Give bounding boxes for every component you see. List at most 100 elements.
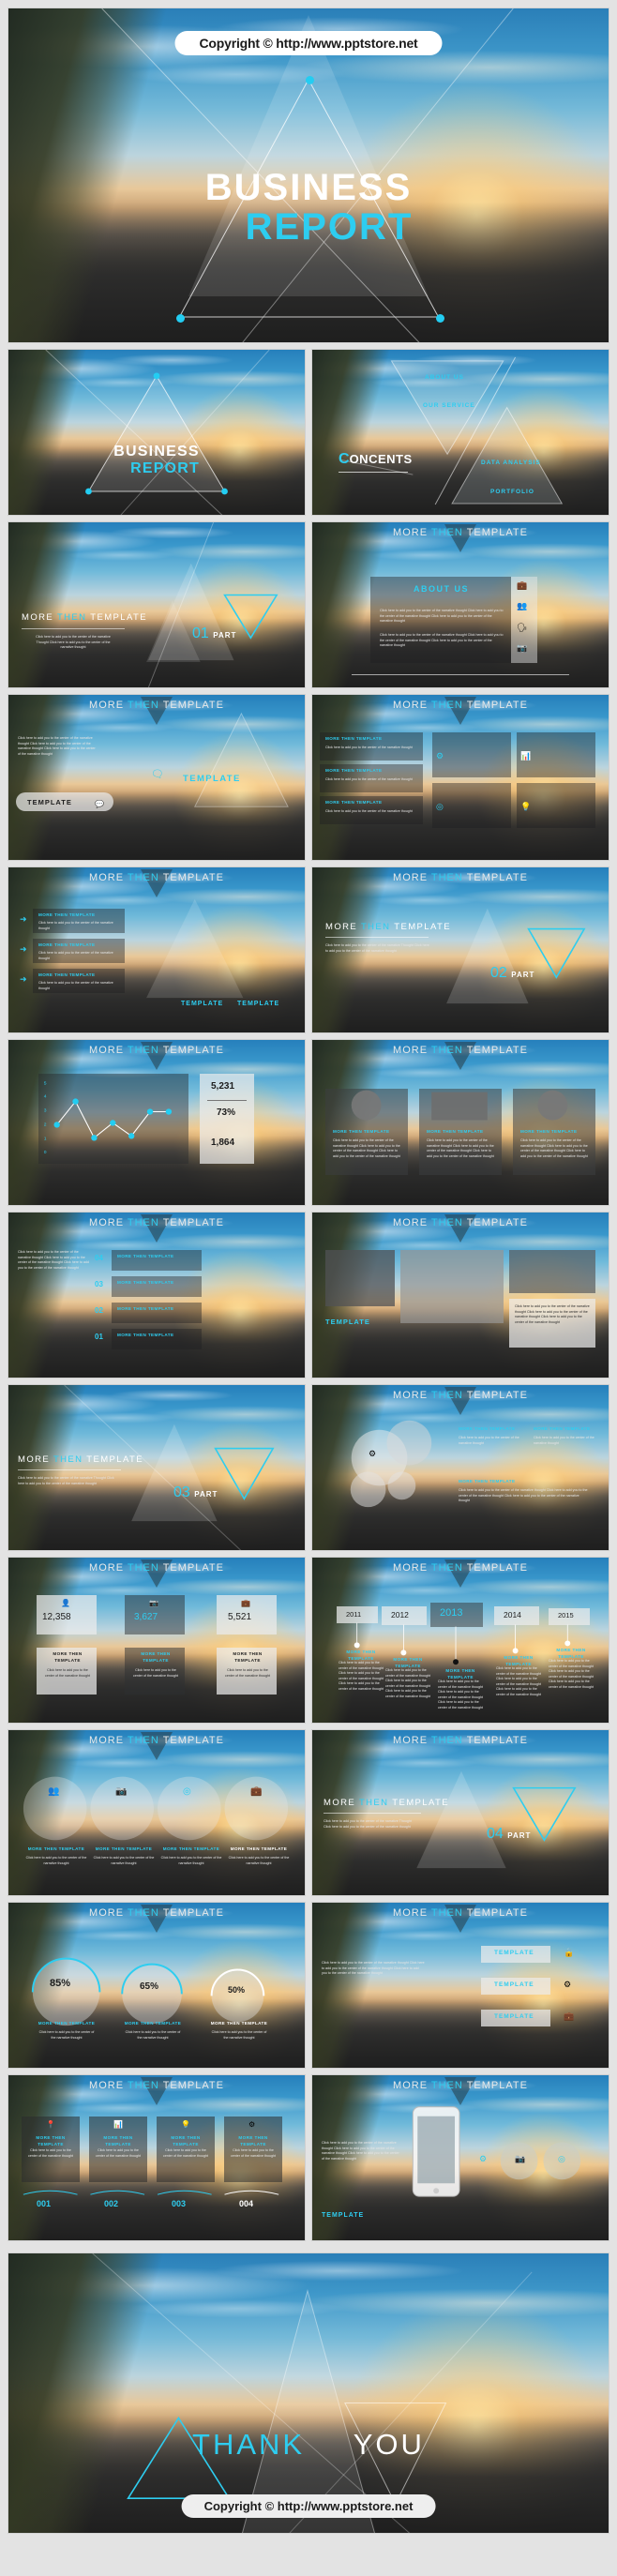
thank-you-slide[interactable]: THANK YOU Copyright © http://www.pptstor… [8,2252,609,2534]
people-icon: 👥 [48,1786,60,1797]
kpi-text: Click here to add you to the center of t… [45,1668,90,1678]
part-label: PART [507,1831,532,1840]
slide-circle-venn[interactable]: MORE THEN TEMPLATE ⚙ MORE THEN TEMPLATE … [311,1384,609,1551]
slide-template-speech[interactable]: MORE THEN TEMPLATE Click here to add you… [8,694,306,861]
slide-section-divider-02[interactable]: MORE THEN TEMPLATE MORE THEN TEMPLATE Cl… [311,866,609,1033]
timeline-text: Click here to add you to the center of t… [496,1666,541,1696]
slide-photo-gallery[interactable]: MORE THEN TEMPLATE Click here to add you… [311,1212,609,1378]
slide-numbered-cards[interactable]: MORE THEN TEMPLATE 📍 📊 💡 ⚙ MORE THEN TEM… [8,2074,306,2241]
target-icon: ◎ [183,1786,191,1797]
slide-header: MORE THEN TEMPLATE [393,2080,528,2091]
kpi-value-1: 12,358 [42,1612,71,1622]
contents-item-2[interactable]: DATA ANALYSIS [481,459,541,466]
gear-icon: ⚙ [248,2120,256,2129]
slide-header: MORE THEN TEMPLATE [393,1390,528,1401]
hero-node-right [436,314,444,323]
slide-section-divider-01[interactable]: MORE THEN TEMPLATE Click here to add you… [8,521,306,688]
bulb-icon: 💡 [520,802,532,811]
timeline-text: Click here to add you to the center of t… [438,1680,483,1710]
slide-kpi-numbers[interactable]: MORE THEN TEMPLATE 👤 📷 💼 12,358 3,627 5,… [8,1557,306,1724]
part-number: 02 [490,965,507,981]
contents-item-1[interactable]: OUR SERVICE [423,402,475,409]
gallery-photo[interactable] [509,1250,595,1293]
slide-section-divider-03[interactable]: MORE THEN TEMPLATE Click here to add you… [8,1384,306,1551]
hero-node-top [306,76,314,84]
timeline-text: Click here to add you to the center of t… [549,1659,594,1689]
body-text-1: Click here to add you to the center of t… [380,609,504,624]
camera-icon: 📷 [517,643,528,653]
slide-four-box[interactable]: MORE THEN TEMPLATE MORE THEN TEMPLATE Cl… [311,694,609,861]
box-title: MORE THEN TEMPLATE [325,736,383,741]
head-icon: 🗣 [517,623,528,632]
slide-donut-percent[interactable]: MORE THEN TEMPLATE 85% 65% 50% MORE THEN… [8,1902,306,2069]
chart-icon: 📊 [113,2120,123,2129]
box-text: Click here to add you to the center of t… [325,809,413,813]
line-chart: 5 4 3 2 1 0 [44,1081,173,1155]
gallery-photo[interactable] [325,1250,395,1306]
stat-value-1: 5,231 [211,1081,235,1092]
box-text: Click here to add you to the center of t… [325,746,413,749]
slide-mobile-mockup[interactable]: MORE THEN TEMPLATE Click here to add you… [311,2074,609,2241]
gear-icon: ⚙ [436,751,444,761]
svg-text:5: 5 [44,1081,47,1087]
slide-three-photo-cards[interactable]: MORE THEN TEMPLATE MORE THEN TEMPLATE Cl… [311,1039,609,1206]
chat-icon: 🗨 [151,769,164,780]
part-label: PART [194,1490,218,1499]
slide-line-chart[interactable]: MORE THEN TEMPLATE 5 4 3 2 1 0 5,231 73%… [8,1039,306,1206]
card-text: Click here to add you to the center of t… [96,2148,141,2158]
box-title: MORE THEN TEMPLATE [325,768,383,773]
slide-tag-list[interactable]: MORE THEN TEMPLATE Click here to add you… [311,1902,609,2069]
heading: MORE THEN TEMPLATE [324,1798,449,1808]
icon-text: Click here to add you to the center of t… [160,1856,222,1865]
contents-item-3[interactable]: PORTFOLIO [490,489,534,495]
percent-value-3: 50% [228,1985,246,1995]
template-pill-label: TEMPLATE [27,798,72,806]
camera-icon: 📷 [149,1599,158,1607]
year-label-active: 2013 [440,1607,463,1619]
cover-title-2: REPORT [130,460,200,476]
wireframe-lines [45,350,270,515]
percent-text: Click here to add you to the center of t… [125,2030,181,2040]
thank-you-word2: YOU [353,2428,425,2461]
photo-card[interactable] [432,783,511,828]
kpi-label: MORE THEN TEMPLATE [53,1651,83,1663]
kpi-value-3: 5,521 [228,1612,252,1622]
target-icon: ◎ [558,2154,565,2163]
slide-section-divider-04[interactable]: MORE THEN TEMPLATE MORE THEN TEMPLATE Cl… [311,1729,609,1896]
photo-card[interactable] [432,732,511,777]
slide-numbered-steps[interactable]: MORE THEN TEMPLATE Click here to add you… [8,1212,306,1378]
slide-header: MORE THEN TEMPLATE [89,700,224,711]
year-label: 2011 [346,1610,362,1619]
step-title: MORE THEN TEMPLATE [117,1280,174,1285]
slide-header: MORE THEN TEMPLATE [89,1907,224,1919]
icon-label: MORE THEN TEMPLATE [27,1846,85,1851]
card-title: MORE THEN TEMPLATE [333,1129,390,1134]
slide-header: MORE THEN TEMPLATE [393,1045,528,1056]
gallery-photo[interactable] [400,1250,504,1323]
body-text: Click here to add you to the center of t… [18,1476,114,1485]
thank-you-wireframe [92,2253,533,2533]
contents-item-0[interactable]: ABOUT US [425,374,464,381]
venn-circles [350,1420,432,1508]
card-title: MORE THEN TEMPLATE [36,2135,66,2147]
slide-cover[interactable]: BUSINESS REPORT [8,349,306,516]
gallery-caption: Click here to add you to the center of t… [515,1304,590,1324]
kpi-label: MORE THEN TEMPLATE [233,1651,263,1663]
slide-timeline[interactable]: MORE THEN TEMPLATE 2011 2012 2013 2014 2… [311,1557,609,1724]
speech-bubble-icon: 💬 [95,800,104,808]
tag-label: TEMPLATE [494,2013,534,2020]
slide-header: MORE THEN TEMPLATE [393,1217,528,1228]
body-text: Click here to add you to the center of t… [18,736,96,756]
slide-about-us[interactable]: MORE THEN TEMPLATE ABOUT US Click here t… [311,521,609,688]
year-label: 2015 [558,1611,574,1619]
hero-slide[interactable]: Copyright © http://www.pptstore.net BUSI… [8,8,609,343]
timeline-text: Click here to add you to the center of t… [339,1661,384,1691]
slide-icon-row[interactable]: MORE THEN TEMPLATE 👥 📷 ◎ 💼 MORE THEN TEM… [8,1729,306,1896]
slide-contents[interactable]: CONCENTS ABOUT US OUR SERVICE DATA ANALY… [311,349,609,516]
slide-arrow-list[interactable]: MORE THEN TEMPLATE ➜ ➜ ➜ MORE THEN TEMPL… [8,866,306,1033]
year-label: 2012 [391,1610,409,1619]
arrow-right-icon: ➜ [20,974,27,984]
part-label: PART [511,971,535,979]
card-text: Click here to add you to the center of t… [427,1138,494,1158]
body-text-2: Click here to add you to the center of t… [380,633,504,648]
